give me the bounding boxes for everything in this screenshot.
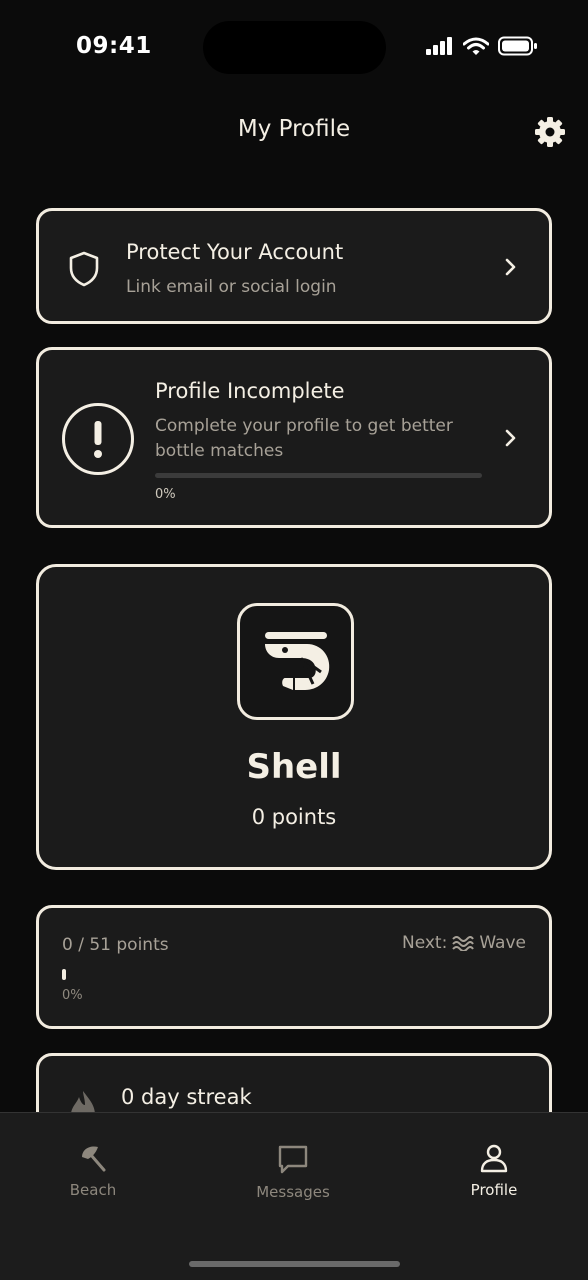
alert-icon xyxy=(62,403,134,475)
shrimp-icon xyxy=(265,632,330,690)
chevron-right-icon xyxy=(505,258,516,276)
streak-label: 0 day streak xyxy=(121,1085,252,1109)
protect-title: Protect Your Account xyxy=(126,240,344,264)
rank-card: Shell 0 points xyxy=(36,564,552,870)
signal-icon xyxy=(426,37,452,55)
next-rank-name: Wave xyxy=(479,933,526,953)
rank-points: 0 points xyxy=(251,805,337,829)
next-prefix: Next: xyxy=(401,933,448,953)
tab-beach-label: Beach xyxy=(69,1181,117,1199)
rank-badge xyxy=(237,603,354,720)
tab-profile[interactable]: Profile xyxy=(434,1143,554,1199)
person-icon xyxy=(480,1144,508,1173)
rank-progress-bar xyxy=(62,969,66,980)
profile-incomplete-card[interactable]: Profile Incomplete Complete your profile… xyxy=(36,347,552,528)
status-icons xyxy=(426,36,538,56)
tab-messages[interactable]: Messages xyxy=(233,1143,353,1201)
tab-profile-label: Profile xyxy=(470,1181,518,1199)
message-icon xyxy=(278,1145,308,1174)
incomplete-subtitle-line2: bottle matches xyxy=(155,441,284,461)
tab-bar: Beach Messages Profile xyxy=(0,1112,588,1280)
umbrella-icon xyxy=(82,1146,106,1172)
battery-icon xyxy=(498,36,537,56)
next-rank: Next: Wave xyxy=(402,933,526,953)
gear-icon[interactable] xyxy=(534,116,566,148)
protect-account-card[interactable]: Protect Your Account Link email or socia… xyxy=(36,208,552,324)
rank-progress-percent: 0% xyxy=(62,988,83,1003)
page-title: My Profile xyxy=(237,116,351,142)
status-time: 09:41 xyxy=(76,33,152,59)
incomplete-subtitle-line1: Complete your profile to get better xyxy=(155,416,453,436)
profile-progress-bar xyxy=(155,473,482,478)
profile-progress-label: 0% xyxy=(155,487,176,502)
points-progress-label: 0 / 51 points xyxy=(62,935,169,955)
wave-icon xyxy=(452,936,475,951)
rank-name: Shell xyxy=(246,747,342,787)
dynamic-island xyxy=(203,21,386,74)
home-indicator xyxy=(189,1261,400,1267)
shield-icon xyxy=(69,251,99,287)
tab-beach[interactable]: Beach xyxy=(33,1143,153,1199)
status-bar: 09:41 xyxy=(0,0,588,96)
incomplete-title: Profile Incomplete xyxy=(155,379,345,403)
chevron-right-icon xyxy=(505,429,516,447)
wifi-icon xyxy=(463,37,489,55)
tab-messages-label: Messages xyxy=(256,1183,330,1201)
protect-subtitle: Link email or social login xyxy=(126,277,337,297)
rank-progress-card: 0 / 51 points Next: Wave 0% xyxy=(36,905,552,1029)
